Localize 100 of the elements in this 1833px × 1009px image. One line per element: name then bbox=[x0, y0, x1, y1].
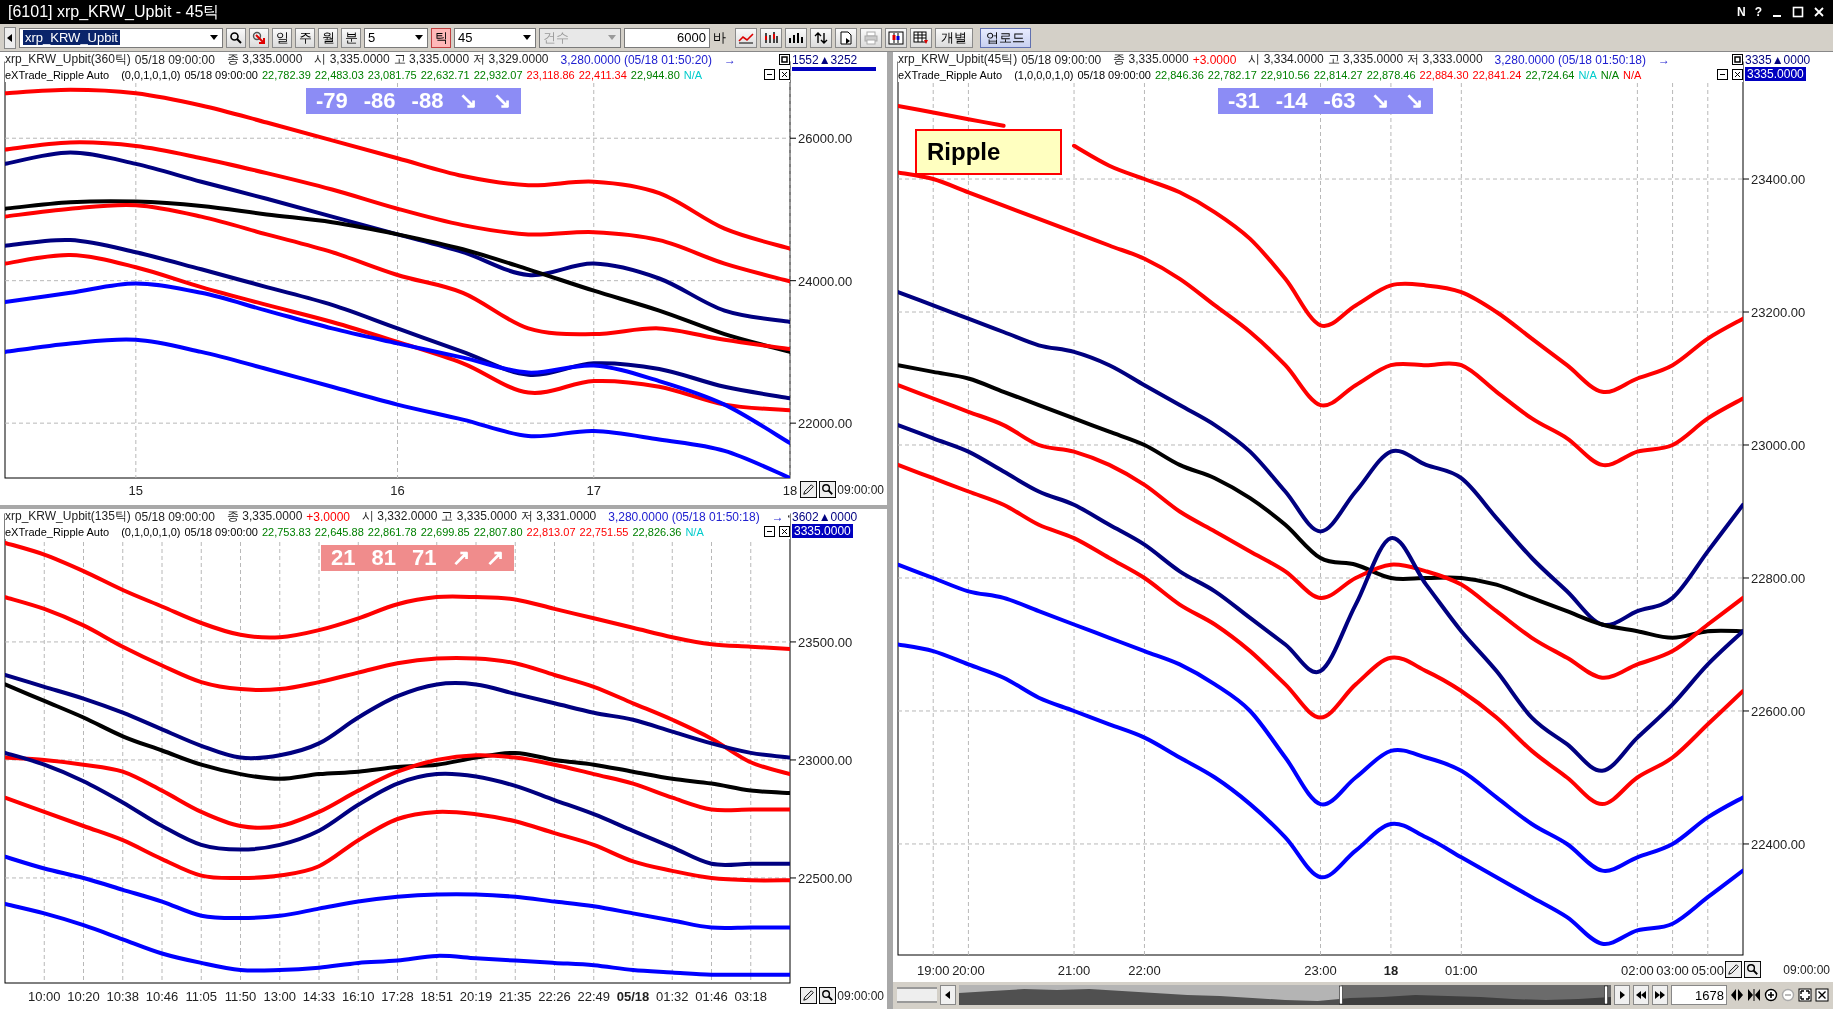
indicator-value: 22,751.55 bbox=[579, 525, 629, 538]
table-button[interactable] bbox=[910, 27, 932, 48]
candlestick-button[interactable] bbox=[885, 27, 907, 48]
window-button[interactable]: N bbox=[1737, 5, 1746, 19]
x-axis-label: 01:00 bbox=[1445, 963, 1478, 978]
candle-chart-icon bbox=[763, 30, 779, 45]
indicator-value: 22,878.46 bbox=[1366, 68, 1416, 81]
bowtie-arrows-icon[interactable] bbox=[1747, 988, 1761, 1002]
y-axis-label: 23000.00 bbox=[798, 752, 853, 768]
x-axis-label: 03:18 bbox=[734, 989, 767, 1004]
scroll-left-button[interactable] bbox=[940, 985, 956, 1005]
maximize-icon[interactable] bbox=[1792, 6, 1804, 18]
indicator-value: 22,814.27 bbox=[1313, 68, 1363, 81]
indicator-params: (0,1,0,0,1,0) bbox=[121, 525, 181, 538]
indicator-value: N/A bbox=[1578, 68, 1597, 81]
symbol-combo[interactable]: xrp_KRW_Upbit bbox=[19, 27, 223, 48]
fit-screen-icon[interactable] bbox=[1798, 988, 1812, 1002]
sort-arrows-button[interactable] bbox=[810, 27, 832, 48]
close-price: 종 3,335.0000 bbox=[226, 51, 303, 68]
signal-badge: -31 -14 -63 ↘ ↘ bbox=[1218, 88, 1434, 114]
indicator-value: 22,944.80 bbox=[630, 68, 680, 81]
close-icon[interactable] bbox=[779, 526, 790, 537]
bar-count-input[interactable]: 1678 bbox=[1671, 985, 1727, 1005]
indicator-value: N/A bbox=[683, 68, 703, 81]
caret-icon bbox=[210, 35, 218, 40]
left-arrow-icon bbox=[7, 33, 13, 42]
last-time-label: 09:00:00 bbox=[1783, 963, 1830, 977]
search-icon[interactable] bbox=[819, 481, 836, 498]
x-axis-label: 18 bbox=[782, 483, 798, 498]
indicator-value: 22,483.03 bbox=[314, 68, 364, 81]
navigator-waveform-drawing[interactable] bbox=[959, 985, 1611, 1005]
y-axis-label: 23000.00 bbox=[1751, 438, 1806, 453]
indicator-value: 22,846.36 bbox=[1154, 68, 1204, 81]
close-icon[interactable] bbox=[1732, 69, 1743, 80]
period-button[interactable]: 주 bbox=[295, 27, 315, 48]
y-axis-label: 26000.00 bbox=[798, 131, 853, 147]
rewind-button[interactable] bbox=[1633, 985, 1649, 1005]
indicator-params: (0,0,1,0,1,0) bbox=[121, 68, 181, 81]
indicator-value: 22,632.71 bbox=[420, 68, 470, 81]
minute-combo[interactable]: 5 bbox=[364, 27, 428, 48]
minimize-icon[interactable] bbox=[1717, 69, 1728, 80]
period-button[interactable]: 월 bbox=[318, 27, 338, 48]
tick-combo[interactable]: 45 bbox=[454, 27, 536, 48]
line-chart-button[interactable] bbox=[735, 27, 757, 48]
datetime-label: 05/18 09:00:00 bbox=[184, 525, 258, 538]
period-button[interactable]: 일 bbox=[272, 27, 292, 48]
datetime-label: 05/18 09:00:00 bbox=[1077, 68, 1151, 81]
minimize-icon[interactable] bbox=[764, 526, 775, 537]
search-icon[interactable] bbox=[1744, 961, 1761, 978]
x-axis-label: 21:00 bbox=[1057, 963, 1091, 978]
last-time-label: 09:00:00 bbox=[837, 989, 884, 1003]
search-button[interactable] bbox=[226, 27, 246, 48]
ohlc-value: 고 3,335.0000 bbox=[1327, 51, 1404, 68]
x-axis-label: 01:32 bbox=[656, 989, 689, 1004]
signal-badge: 21 81 71 ↗ ↗ bbox=[321, 545, 515, 571]
close-icon[interactable] bbox=[1815, 988, 1829, 1002]
axis-marker-text: 3602▲0000 bbox=[792, 510, 858, 524]
datetime-label: 05/18 09:00:00 bbox=[1021, 52, 1102, 67]
tick-button[interactable]: 틱 bbox=[431, 27, 451, 48]
symbol-label: xrp_KRW_Upbit(45틱) bbox=[898, 51, 1018, 68]
search-icon[interactable] bbox=[819, 987, 836, 1004]
x-axis-label: 10:46 bbox=[145, 989, 179, 1004]
navigator-grip[interactable] bbox=[897, 987, 937, 1003]
y-axis-label: 23400.00 bbox=[1751, 172, 1806, 188]
scroll-right-button[interactable] bbox=[1614, 985, 1630, 1005]
document-button[interactable] bbox=[835, 27, 857, 48]
window-title: [6101] xrp_KRW_Upbit - 45틱 bbox=[8, 1, 220, 22]
indicator-value: N/A bbox=[685, 525, 704, 538]
upload-button[interactable]: 업로드 bbox=[980, 27, 1031, 48]
indicator-name: eXTrade_Ripple Auto bbox=[5, 525, 110, 538]
fast-forward-button[interactable] bbox=[1652, 985, 1668, 1005]
bar-chart-button[interactable] bbox=[785, 27, 807, 48]
candle-chart-button[interactable] bbox=[760, 27, 782, 48]
indicator-value: 22,861.78 bbox=[367, 525, 417, 538]
pencil-icon[interactable] bbox=[800, 481, 817, 498]
period-button[interactable]: 분 bbox=[341, 27, 361, 48]
indicator-value: 22,807.80 bbox=[473, 525, 523, 538]
indicator-name: eXTrade_Ripple Auto bbox=[5, 68, 110, 81]
datetime-label: 05/18 09:00:00 bbox=[184, 68, 258, 81]
scroll-left-button[interactable] bbox=[4, 26, 16, 49]
pencil-icon[interactable] bbox=[1725, 961, 1742, 978]
right-arrow-icon bbox=[1619, 991, 1625, 999]
ohlc-value: 저 3,329.0000 bbox=[473, 51, 549, 68]
candlestick-icon bbox=[888, 30, 904, 45]
minimize-icon[interactable] bbox=[764, 69, 775, 80]
window-button[interactable]: ? bbox=[1754, 5, 1762, 19]
pencil-icon[interactable] bbox=[800, 987, 817, 1004]
individual-button[interactable]: 개별 bbox=[935, 27, 973, 48]
x-axis-label: 11:05 bbox=[185, 989, 218, 1004]
close-icon[interactable] bbox=[779, 69, 790, 80]
price-marker: 3335.0000 bbox=[1745, 67, 1806, 81]
target-arrow-button[interactable] bbox=[249, 27, 269, 48]
caret-icon bbox=[415, 35, 423, 40]
chart-title-label: Ripple bbox=[915, 129, 1062, 175]
diamond-arrows-icon[interactable] bbox=[1730, 988, 1744, 1002]
arrow-label: → bbox=[1658, 52, 1671, 67]
indicator-value: 22,411.34 bbox=[578, 68, 627, 81]
bars-input[interactable]: 6000 bbox=[624, 27, 710, 48]
zoom-in-icon[interactable] bbox=[1764, 988, 1778, 1002]
indicator-value: 23,081.75 bbox=[367, 68, 417, 81]
